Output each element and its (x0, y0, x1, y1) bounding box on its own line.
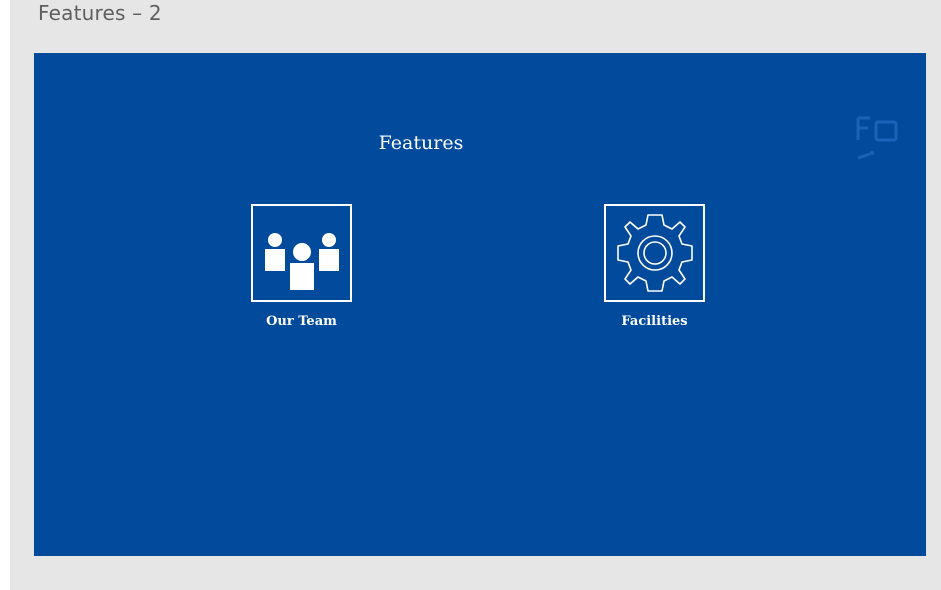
our-team-label[interactable]: Our Team (251, 314, 352, 330)
facilities-button[interactable] (604, 204, 705, 302)
our-team-button[interactable] (251, 204, 352, 302)
watermark-logo-icon (856, 116, 898, 160)
gear-icon (616, 214, 693, 292)
facilities-label[interactable]: Facilities (604, 314, 705, 330)
frame-title: Features – 2 (38, 1, 162, 25)
slide-heading[interactable]: Features (356, 131, 486, 155)
team-icon (264, 233, 339, 290)
slide-canvas[interactable] (34, 53, 926, 556)
